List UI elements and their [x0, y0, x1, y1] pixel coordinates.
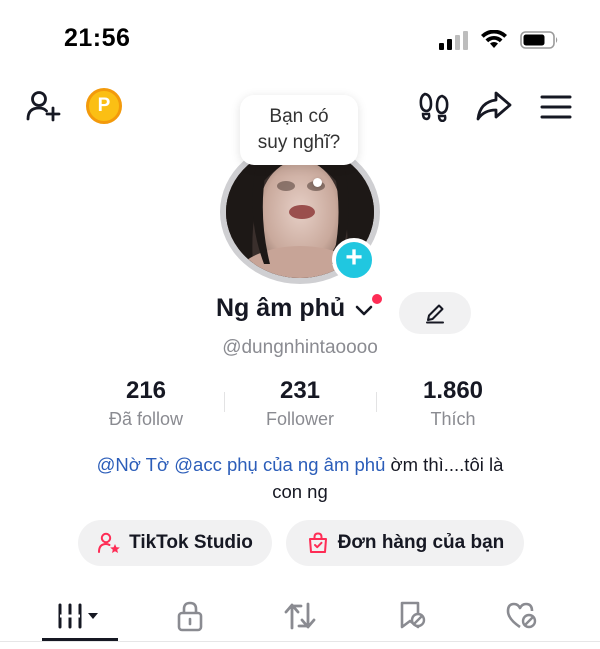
tab-divider	[0, 641, 600, 642]
thought-bubble-dot	[313, 178, 322, 187]
tab-favorites[interactable]	[372, 596, 452, 636]
status-time: 21:56	[64, 24, 131, 52]
profile-handle: @dungnhintaoooo	[222, 337, 378, 358]
menu-button[interactable]	[538, 92, 574, 122]
creator-star-icon	[98, 532, 120, 553]
edit-profile-button[interactable]	[399, 292, 471, 334]
profile-bio: @Nờ Tờ @acc phụ của ng âm phủ ờm thì....…	[40, 451, 560, 505]
add-friend-button[interactable]	[24, 88, 62, 124]
footprints-button[interactable]	[416, 88, 452, 124]
stat-following-label: Đã follow	[108, 409, 184, 429]
footprints-icon	[419, 92, 449, 122]
coin-icon[interactable]: P	[86, 88, 122, 124]
thought-text-line1: Bạn có	[269, 106, 329, 127]
stat-followers[interactable]: 231 Follower	[225, 377, 375, 430]
bio-mention-link[interactable]: @Nờ Tờ	[97, 454, 170, 475]
stat-followers-label: Follower	[265, 409, 335, 429]
add-avatar-button[interactable]: +	[332, 238, 376, 282]
bio-text: con ng	[272, 481, 328, 502]
tab-liked[interactable]	[482, 596, 562, 636]
orders-button[interactable]: Đơn hàng của bạn	[286, 520, 524, 566]
pencil-icon	[426, 304, 444, 324]
tab-reposts[interactable]	[260, 596, 340, 636]
stat-following-value: 216	[125, 377, 167, 404]
stat-likes-label: Thích	[430, 409, 476, 429]
coin-letter: P	[97, 95, 111, 116]
add-friend-icon	[26, 91, 61, 122]
wifi-icon	[481, 30, 507, 48]
stat-likes-value: 1.860	[422, 377, 484, 404]
tab-videos[interactable]	[40, 596, 120, 636]
thought-text-line2: suy nghĩ?	[257, 132, 341, 153]
bookmark-icon	[400, 601, 426, 629]
notification-dot	[372, 294, 382, 304]
lock-icon	[177, 601, 203, 632]
shopping-bag-icon	[308, 532, 327, 553]
tiktok-studio-button[interactable]: TikTok Studio	[78, 520, 272, 566]
stat-divider	[376, 392, 377, 412]
repost-icon	[284, 602, 316, 630]
stat-following[interactable]: 216 Đã follow	[71, 377, 221, 430]
share-button[interactable]	[474, 88, 514, 124]
signal-icon	[439, 31, 468, 50]
grid-icon	[58, 603, 98, 629]
liked-icon	[506, 602, 537, 629]
tiktok-studio-label: TikTok Studio	[129, 532, 253, 553]
chevron-down-icon[interactable]	[354, 304, 374, 323]
bio-mention-link[interactable]: @acc phụ của ng âm phủ	[174, 454, 385, 475]
profile-name: Ng âm phủ	[216, 294, 346, 322]
stat-likes[interactable]: 1.860 Thích	[378, 377, 528, 430]
tab-private[interactable]	[150, 596, 230, 636]
menu-icon	[540, 95, 572, 119]
stat-followers-value: 231	[279, 377, 321, 404]
status-icons	[438, 28, 560, 52]
share-icon	[476, 91, 512, 121]
orders-label: Đơn hàng của bạn	[337, 532, 505, 553]
thought-bubble[interactable]: Bạn có suy nghĩ?	[240, 95, 358, 165]
battery-icon	[520, 31, 558, 49]
bio-text: ờm thì....tôi là	[390, 454, 504, 475]
